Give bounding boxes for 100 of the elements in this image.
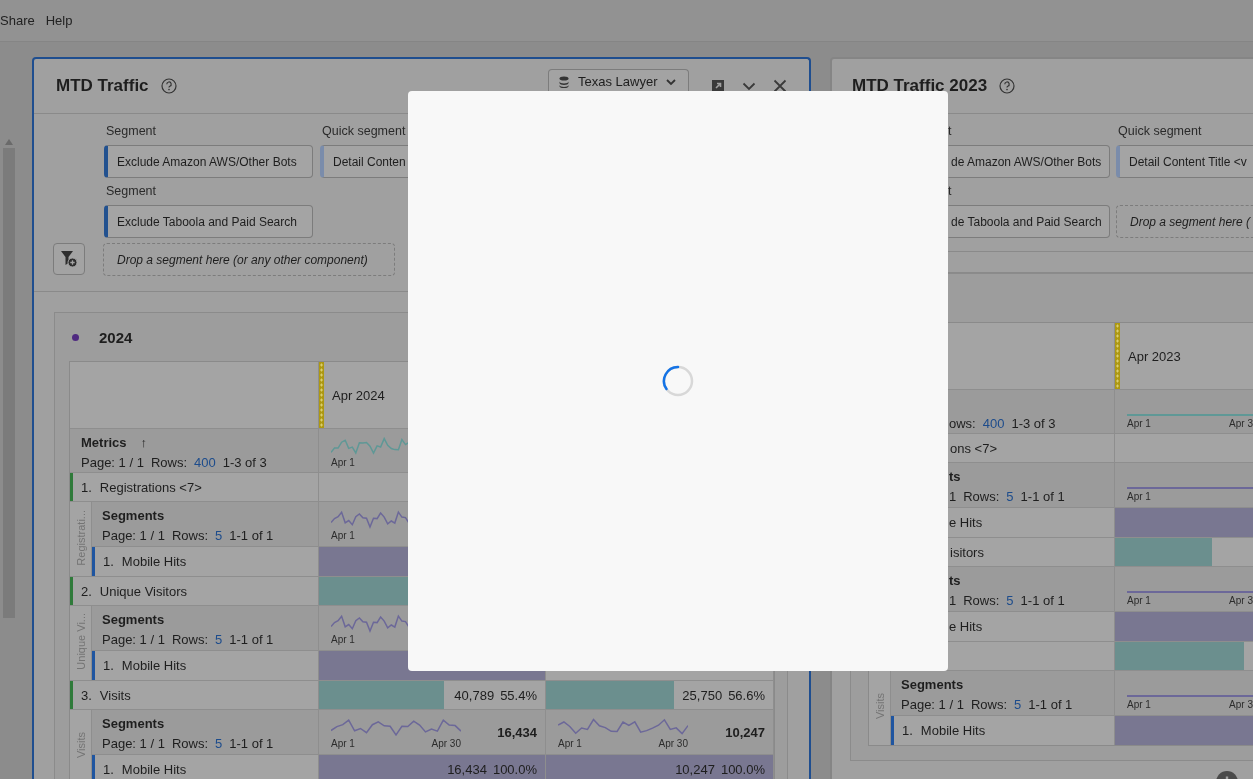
cell-value: 25,750 [682, 687, 723, 703]
row-label[interactable]: Registrations <7> [99, 479, 202, 495]
range-info: 1-3 of 3 [222, 454, 267, 470]
cell-percent: 100.0% [492, 762, 537, 777]
column-title: Metrics [81, 434, 127, 450]
segment-chip[interactable]: Detail Conten [320, 145, 408, 178]
axis-label: Apr 1 [331, 634, 355, 646]
row-label[interactable]: Visits [99, 687, 131, 703]
range-info: 1-1 of 1 [229, 527, 274, 543]
help-icon[interactable] [999, 78, 1016, 94]
rows-label: Rows: [970, 696, 1007, 712]
row-number: 1. [103, 658, 114, 673]
drop-zone: Drop a segment here (or any other component) [103, 243, 395, 276]
cell-percent: 56.6% [728, 687, 765, 703]
column-header[interactable]: Apr 2024 [332, 387, 385, 403]
row-label[interactable]: e Hits [949, 619, 983, 634]
page-info: Page: 1 / 1 [102, 631, 165, 647]
sort-arrow[interactable]: ↑ [140, 434, 148, 450]
axis-label: Apr 1 [1127, 595, 1151, 607]
row-number: 1. [902, 723, 913, 738]
caret-icon [666, 77, 677, 86]
add-filter-button[interactable] [53, 243, 85, 275]
segment-heading: t [948, 123, 953, 140]
row-label[interactable]: Mobile Hits [920, 723, 986, 738]
page-info: 1 [949, 592, 957, 608]
segment-heading: t [948, 183, 953, 200]
drag-handle[interactable] [1115, 323, 1120, 389]
breakdown-title: Segments [901, 676, 964, 692]
range-info: 1-1 of 1 [229, 631, 274, 647]
range-info: 1-1 of 1 [1020, 592, 1065, 608]
rows-label: Rows: [171, 527, 208, 543]
range-info: 1-1 of 1 [1028, 696, 1073, 712]
table-title: 2024 [99, 328, 133, 346]
menu-item[interactable]: Help [45, 13, 73, 28]
segment-heading: Quick segment [321, 123, 407, 140]
axis-label: Apr 1 [331, 530, 355, 542]
row-number: 2. [81, 583, 92, 599]
segment-heading: Quick segment [1117, 123, 1203, 140]
axis-label: Apr 1 [1127, 699, 1151, 711]
page-info: 1 [949, 488, 957, 504]
row-label[interactable]: e Hits [949, 515, 983, 530]
breakdown-title: ts [949, 468, 961, 484]
cell-total: 10,247 [725, 724, 765, 740]
rows-label: Rows: [150, 454, 187, 470]
axis-label: Apr 3 [1229, 595, 1253, 607]
page-info: Page: 1 / 1 [901, 696, 964, 712]
segment-chip[interactable]: Detail Content Title <v [1116, 145, 1253, 178]
segment-chip[interactable]: de Taboola and Paid Search [948, 205, 1110, 238]
axis-label: Apr 3 [1229, 699, 1253, 711]
range-info: 1-1 of 1 [229, 735, 274, 751]
breakdown-title: Segments [102, 611, 165, 627]
range-info: 1-3 of 3 [1011, 415, 1056, 431]
cell-total: 16,434 [497, 724, 537, 740]
rows-label: Rows: [963, 488, 1000, 504]
row-number: 1. [103, 554, 114, 569]
cell-value: 10,247 [675, 762, 715, 777]
axis-label: Apr 1 [1127, 418, 1151, 430]
axis-label: Apr 30 [431, 738, 461, 750]
spinner-icon [661, 364, 695, 398]
row-label[interactable]: Mobile Hits [121, 658, 187, 673]
panel-title: MTD Traffic [56, 76, 149, 96]
breakdown-title: Segments [102, 507, 165, 523]
column-header[interactable]: Apr 2023 [1128, 348, 1181, 364]
page-info: Page: 1 / 1 [81, 454, 144, 470]
axis-label: Apr 1 [558, 738, 582, 750]
axis-label: Apr 30 [658, 738, 688, 750]
panel-title: MTD Traffic 2023 [852, 76, 988, 96]
menu-item[interactable]: Share [0, 13, 35, 28]
segment-chip[interactable]: de Amazon AWS/Other Bots [948, 145, 1110, 178]
axis-label: Apr 3 [1229, 418, 1253, 430]
row-label[interactable]: Mobile Hits [121, 762, 187, 777]
segment-heading: Segment [105, 123, 158, 140]
breakdown-title: Segments [102, 715, 165, 731]
report-suite-dropdown[interactable]: Texas Lawyer [548, 69, 689, 91]
row-number: 1. [81, 479, 92, 495]
axis-label: Apr 1 [1127, 491, 1151, 503]
cell-percent: 100.0% [720, 762, 765, 777]
segment-chip[interactable]: Exclude Taboola and Paid Search [104, 205, 313, 238]
segment-heading: Segment [105, 183, 158, 200]
page-info: Page: 1 / 1 [102, 735, 165, 751]
close-icon[interactable] [773, 79, 787, 93]
filter-add-icon [60, 250, 78, 268]
rows-label: Rows: [171, 631, 208, 647]
axis-label: Apr 1 [331, 457, 355, 469]
row-label[interactable]: Mobile Hits [121, 554, 187, 569]
cell-value: 40,789 [454, 687, 495, 703]
database-icon [559, 75, 569, 88]
rows-label: Rows: [963, 592, 1000, 608]
drag-handle[interactable] [319, 362, 324, 428]
axis-label: Apr 1 [331, 738, 355, 750]
cell-percent: 55.4% [500, 687, 537, 703]
maximize-icon[interactable] [711, 79, 725, 93]
range-info: 1-1 of 1 [1020, 488, 1065, 504]
row-label[interactable]: isitors [950, 544, 984, 560]
row-number: 1. [103, 762, 114, 777]
row-label[interactable]: ons <7> [950, 440, 997, 456]
rows-label: Rows: [171, 735, 208, 751]
row-label[interactable]: Unique Visitors [99, 583, 188, 599]
help-icon[interactable] [160, 78, 177, 94]
segment-chip[interactable]: Exclude Amazon AWS/Other Bots [104, 145, 313, 178]
